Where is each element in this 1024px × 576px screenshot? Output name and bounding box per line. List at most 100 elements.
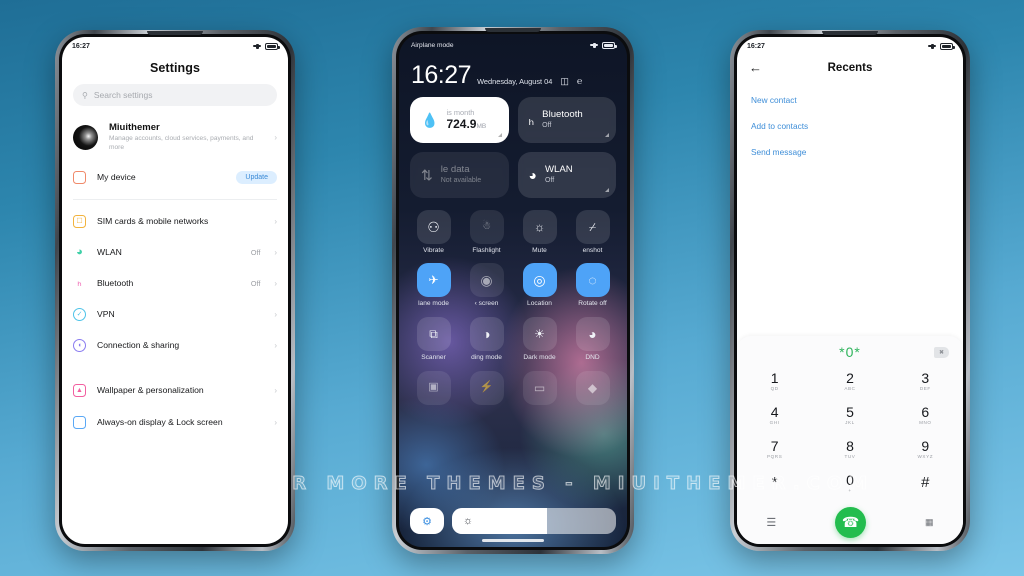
toggle-dnd[interactable]: ◕ DND <box>569 316 616 362</box>
data-usage-tile[interactable]: 💧 is month 724.9MB <box>410 96 509 143</box>
sidebar-item-bluetooth[interactable]: ₕ Bluetooth Off › <box>62 268 288 299</box>
quick-toggle-grid: ⚇ Vibrate ☃ Flashlight ☼ Mute ⌿ enshot ✈… <box>410 209 616 409</box>
toggle-battery-saver[interactable]: ▣ <box>410 370 457 409</box>
sidebar-item-wlan[interactable]: ◕ WLAN Off › <box>62 237 288 268</box>
key-8[interactable]: 8 TUV <box>812 432 887 466</box>
status-time: 16:27 <box>747 42 765 50</box>
search-icon: ⚲ <box>82 90 88 100</box>
key-letters: + <box>848 488 852 494</box>
toggle-location[interactable]: ◎ Location <box>516 263 563 308</box>
sidebar-item-sim-cards[interactable]: ☐ SIM cards & mobile networks › <box>62 206 288 237</box>
brightness-slider[interactable]: ☼ <box>452 508 616 534</box>
status-bar: 16:27 <box>62 37 288 55</box>
settings-shortcut-icon[interactable]: ℮ <box>577 76 582 86</box>
toggle-label: lane mode <box>418 300 449 308</box>
backspace-icon[interactable]: ✖ <box>934 346 949 358</box>
toggle-cast-screen[interactable]: ◉ ‹ screen <box>463 263 510 308</box>
mobile-data-tile[interactable]: ⇅ le data Not available <box>410 151 509 198</box>
battery-saver-icon: ▣ <box>416 370 451 405</box>
mobile-data-tile-state: Not available <box>440 177 482 185</box>
key-letters: DEF <box>919 386 931 392</box>
sidebar-item-value: Off <box>250 278 261 288</box>
sidebar-item-label: WLAN <box>97 246 122 257</box>
key-3[interactable]: 3 DEF <box>888 364 963 398</box>
settings-screen: 16:27 Settings ⚲ Search settings Miuithe… <box>62 37 288 544</box>
key-4[interactable]: 4 GHI <box>737 398 812 432</box>
key-letters: QD <box>770 386 779 392</box>
phone-outline-icon <box>73 170 86 184</box>
key-1[interactable]: 1 QD <box>737 364 812 398</box>
key-digit: 0 <box>846 471 854 488</box>
connection-sharing-icon: ◖ <box>73 338 86 352</box>
sidebar-item-wallpaper[interactable]: ▲ Wallpaper & personalization › <box>62 375 288 406</box>
toggle-dark-mode[interactable]: ☀ Dark mode <box>516 316 563 362</box>
action-send-message[interactable]: Send message <box>737 139 963 165</box>
rotate-lock-icon: ◌ <box>575 263 610 298</box>
qr-scanner-icon: ⧉ <box>416 316 451 351</box>
key-0[interactable]: 0 + <box>812 466 887 500</box>
key-9[interactable]: 9 WXYZ <box>888 432 963 466</box>
bluetooth-tile[interactable]: ₕ Bluetooth Off <box>517 96 616 143</box>
toggle-flashlight[interactable]: ☃ Flashlight <box>463 209 510 255</box>
wifi-icon: ◕ <box>528 166 537 183</box>
battery-icon <box>265 42 280 50</box>
key-7[interactable]: 7 PQRS <box>737 432 812 466</box>
update-button[interactable]: Update <box>236 170 277 184</box>
sidebar-item-connection-sharing[interactable]: ◖ Connection & sharing › <box>62 330 288 361</box>
toggle-label: Scanner <box>421 353 446 361</box>
key-hash[interactable]: # <box>888 466 963 500</box>
key-star[interactable]: * <box>737 466 812 500</box>
toggle-contrast[interactable]: ◆ <box>569 370 616 409</box>
dnd-moon-icon: ◕ <box>575 316 610 351</box>
toggle-rotate-off[interactable]: ◌ Rotate off <box>569 263 616 308</box>
key-digit: 8 <box>846 437 854 454</box>
key-2[interactable]: 2 ABC <box>812 364 887 398</box>
key-digit: 5 <box>846 403 854 420</box>
sidebar-item-my-device[interactable]: My device Update <box>62 162 288 193</box>
toggle-mute[interactable]: ☼ Mute <box>516 209 563 255</box>
wlan-tile[interactable]: ◕ WLAN Off <box>517 151 616 198</box>
key-digit: * <box>771 473 778 491</box>
key-letters: ABC <box>844 386 856 392</box>
action-new-contact[interactable]: New contact <box>737 87 963 113</box>
key-5[interactable]: 5 JKL <box>812 398 887 432</box>
account-row[interactable]: Miuithemer Manage accounts, cloud servic… <box>62 119 288 162</box>
sidebar-item-always-on-display[interactable]: Always-on display & Lock screen › <box>62 406 288 440</box>
keypad-grid-icon[interactable]: ▦ <box>925 517 934 528</box>
home-indicator <box>482 539 544 542</box>
toggle-screenshot[interactable]: ⌿ enshot <box>569 209 616 255</box>
edit-toggles-icon[interactable]: ◫ <box>560 76 569 86</box>
sidebar-item-label: SIM cards & mobile networks <box>97 215 209 226</box>
key-6[interactable]: 6 MNO <box>888 398 963 432</box>
key-letters: PQRS <box>766 454 783 460</box>
sidebar-item-label: Always-on display & Lock screen <box>97 417 223 428</box>
search-input[interactable]: ⚲ Search settings <box>73 84 277 106</box>
toggle-airplane-mode[interactable]: ✈ lane mode <box>410 263 457 308</box>
lockscreen-icon <box>73 416 86 430</box>
signal-icon <box>590 42 598 48</box>
sidebar-item-vpn[interactable]: ✓ VPN › <box>62 299 288 330</box>
divider <box>73 198 277 200</box>
toggle-reading-mode[interactable]: ◑ ding mode <box>463 316 510 362</box>
ultra-battery-icon: ⚡ <box>469 370 504 405</box>
dialed-number[interactable]: *0* <box>766 344 934 360</box>
toggle-scanner[interactable]: ⧉ Scanner <box>410 316 457 362</box>
key-digit: 1 <box>770 369 779 386</box>
key-letters: MNO <box>919 420 932 426</box>
settings-gear-icon[interactable]: ⚙ <box>410 508 444 534</box>
menu-lines-icon[interactable]: ☰ <box>766 516 776 529</box>
toggle-ultra-battery[interactable]: ⚡ <box>463 370 510 409</box>
toggle-cast-device[interactable]: ▭ <box>516 370 563 409</box>
notch-speaker <box>147 31 203 35</box>
toggle-vibrate[interactable]: ⚇ Vibrate <box>410 209 457 255</box>
mute-bell-icon: ☼ <box>522 209 557 244</box>
call-button[interactable]: ☎ <box>835 506 867 538</box>
wlan-tile-state: Off <box>544 177 555 185</box>
action-add-to-contacts[interactable]: Add to contacts <box>737 113 963 139</box>
toggle-label: Vibrate <box>423 246 444 254</box>
phone-bezel: 16:27 ← Recents New contact Add to conta… <box>734 31 966 547</box>
dialed-number-row: *0* ✖ <box>737 344 963 364</box>
brightness-icon: ☼ <box>463 515 474 527</box>
mobile-data-tile-title: le data <box>440 164 470 176</box>
